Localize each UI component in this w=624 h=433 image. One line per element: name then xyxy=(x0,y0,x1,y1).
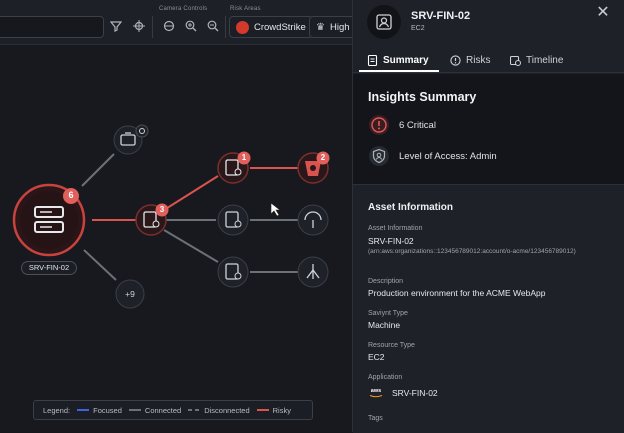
crowdstrike-logo-icon xyxy=(236,20,249,34)
legend-title: Legend: xyxy=(43,405,71,415)
node-n3 xyxy=(217,256,249,288)
tab-risks-label: Risks xyxy=(466,54,491,66)
toolbar-divider xyxy=(152,16,153,38)
alert-icon xyxy=(369,115,389,135)
edge-mid-to-n3 xyxy=(163,229,219,263)
zoom-out-icon[interactable] xyxy=(204,17,222,35)
critical-count: 6 Critical xyxy=(399,119,436,131)
insights-summary-section: Insights Summary 6 Critical Level of Acc… xyxy=(353,74,624,184)
tab-timeline-label: Timeline xyxy=(526,54,564,66)
document-icon xyxy=(367,54,378,66)
aws-logo-text: aws xyxy=(370,388,382,394)
edge-main-to-more xyxy=(83,249,117,281)
asset-information-section: Asset Information Asset Information SRV-… xyxy=(353,184,624,433)
legend-label: Disconnected xyxy=(204,405,250,415)
shield-user-icon xyxy=(369,146,389,166)
asset-portrait-icon xyxy=(376,14,392,30)
close-icon[interactable]: ✕ xyxy=(595,5,611,21)
panel-header: SRV-FIN-02 EC2 ✕ Summary Risks Timeline xyxy=(353,0,624,74)
edge-mid-to-n1 xyxy=(163,175,219,211)
legend-item-connected: Connected xyxy=(128,405,182,415)
legend-item-risky: Risky xyxy=(256,405,291,415)
filter-icon[interactable] xyxy=(107,17,125,35)
node-r3 xyxy=(297,256,329,288)
edge-main-to-top xyxy=(81,153,115,187)
field-label: Tags xyxy=(368,415,383,422)
risk-chip-label: CrowdStrike xyxy=(254,21,306,33)
graph-canvas[interactable]: 6 3 1 2 +9 SRV-FIN-02 Camera Controls Ri… xyxy=(0,0,352,432)
zoom-in-icon[interactable] xyxy=(182,17,200,35)
access-level: Level of Access: Admin xyxy=(399,150,497,162)
active-tab-indicator xyxy=(359,70,439,72)
legend-item-focused: Focused xyxy=(77,406,122,415)
tab-risks[interactable]: Risks xyxy=(450,48,490,72)
field-label: Resource Type xyxy=(368,342,415,349)
n1-node-badge: 1 xyxy=(241,153,247,162)
tab-summary-label: Summary xyxy=(383,54,429,66)
field-value: SRV-FIN-02 xyxy=(368,236,414,246)
graph-legend: Legend: Focused Connected Disconnected R… xyxy=(33,400,313,420)
focus-target-icon[interactable] xyxy=(130,17,148,35)
field-label: Description xyxy=(368,278,404,285)
field-label: Saviynt Type xyxy=(368,310,408,317)
aws-logo-icon: aws xyxy=(368,387,384,399)
asset-arn: (arn:aws:organizations::123456789012:acc… xyxy=(368,248,576,255)
calendar-clock-icon xyxy=(510,55,521,66)
panel-subtitle: EC2 xyxy=(411,25,425,32)
tab-timeline[interactable]: Timeline xyxy=(510,48,563,72)
tab-summary[interactable]: Summary xyxy=(367,48,429,72)
high-chip-label: High xyxy=(329,21,350,33)
legend-label: Risky xyxy=(272,405,291,415)
asset-info-title: Asset Information xyxy=(368,202,454,213)
warning-icon xyxy=(450,54,461,66)
camera-controls-label: Camera Controls xyxy=(159,6,208,12)
risk-area-crowdstrike-chip[interactable]: CrowdStrike xyxy=(229,16,313,38)
graph-svg xyxy=(12,124,330,309)
legend-label: Focused xyxy=(93,405,122,415)
panel-title: SRV-FIN-02 xyxy=(411,10,471,22)
panel-tabs: Summary Risks Timeline xyxy=(353,48,624,73)
main-node-badge: 6 xyxy=(68,190,74,200)
field-value: EC2 xyxy=(368,352,385,362)
asset-avatar xyxy=(367,5,401,39)
insight-critical-row: 6 Critical xyxy=(369,115,436,135)
legend-label: Connected xyxy=(144,405,182,415)
graph-search-input[interactable] xyxy=(0,16,104,38)
application-name: SRV-FIN-02 xyxy=(392,388,438,398)
crown-icon: ♛ xyxy=(316,21,325,33)
field-label: Asset Information xyxy=(368,225,423,232)
mouse-cursor-icon xyxy=(270,202,281,217)
node-r2 xyxy=(297,204,329,236)
node-n2 xyxy=(217,204,249,236)
field-value: Production environment for the ACME WebA… xyxy=(368,288,546,298)
field-label: Application xyxy=(368,374,403,381)
more-node-label[interactable]: +9 xyxy=(118,289,142,299)
main-node-label: SRV-FIN-02 xyxy=(21,261,77,275)
r1-node-badge: 2 xyxy=(320,153,326,162)
risk-level-high-chip[interactable]: ♛ High xyxy=(309,16,352,38)
node-top xyxy=(113,124,149,155)
insight-access-row: Level of Access: Admin xyxy=(369,146,497,166)
toolbar-divider xyxy=(225,16,226,38)
mid-node-badge: 3 xyxy=(159,205,165,214)
legend-item-disconnected: Disconnected xyxy=(188,405,250,415)
reset-view-icon[interactable] xyxy=(160,17,178,35)
field-value: Machine xyxy=(368,320,401,330)
graph-toolbar: Camera Controls Risk Areas CrowdStrike ♛… xyxy=(0,0,352,45)
asset-detail-panel: SRV-FIN-02 EC2 ✕ Summary Risks Timeline … xyxy=(352,0,624,433)
insights-title: Insights Summary xyxy=(368,90,477,104)
application-row: aws SRV-FIN-02 xyxy=(368,387,438,399)
risk-areas-label: Risk Areas xyxy=(230,6,261,12)
